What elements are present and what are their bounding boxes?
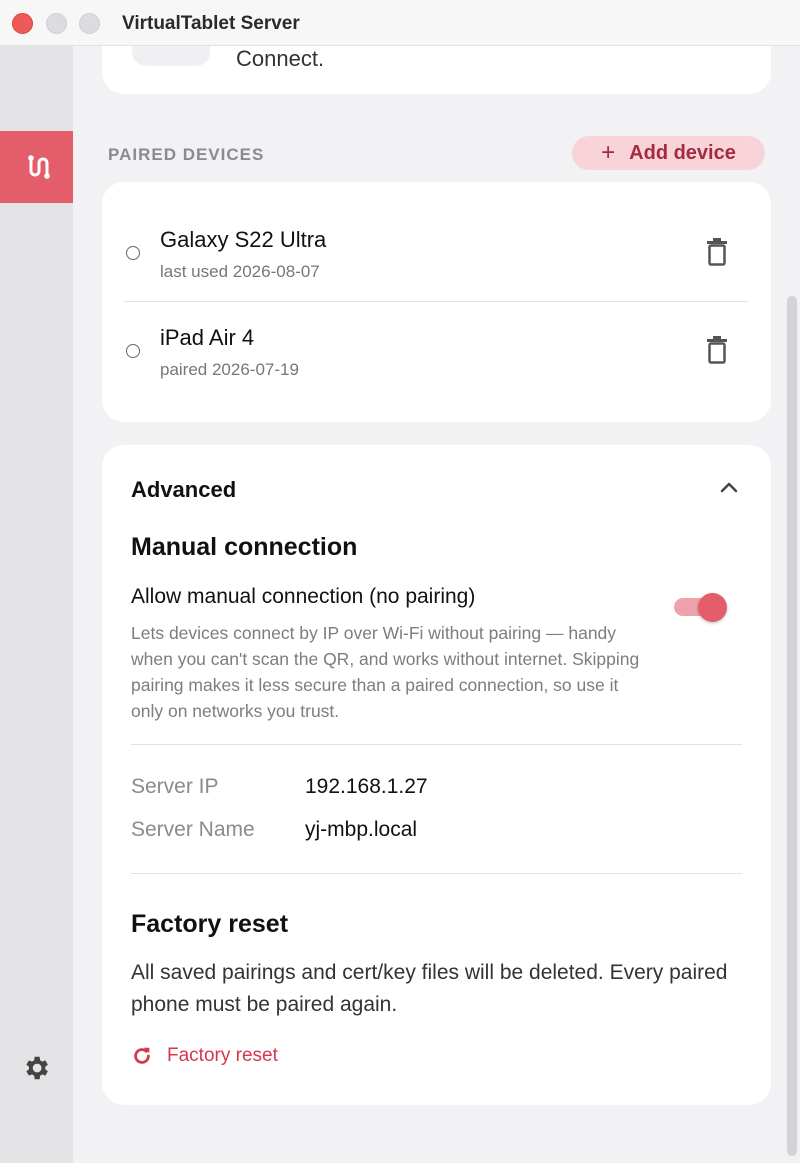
device-row[interactable]: Galaxy S22 Ultra last used 2026-08-07 [102, 204, 771, 302]
sidebar-item-settings[interactable] [18, 1050, 54, 1086]
connection-route-icon [27, 155, 50, 179]
connect-card-text: Connect. [236, 46, 325, 71]
add-device-label: Add device [629, 141, 736, 164]
server-name-value: yj-mbp.local [305, 818, 418, 841]
main-content: Connect. PAIRED DEVICES + Add device Gal… [73, 46, 800, 1163]
section-divider [131, 873, 742, 874]
sidebar [0, 46, 73, 1163]
server-ip-value: 192.168.1.27 [305, 775, 428, 798]
gear-icon [26, 1056, 48, 1080]
sidebar-item-connections[interactable] [0, 131, 73, 203]
advanced-card: Advanced Manual connection Allow manual … [102, 445, 771, 1105]
device-name: iPad Air 4 [160, 325, 255, 350]
refresh-icon [134, 1047, 150, 1064]
factory-reset-description: All saved pairings and cert/key files wi… [131, 961, 728, 1016]
title-bar: VirtualTablet Server [0, 0, 800, 46]
advanced-title[interactable]: Advanced [131, 477, 236, 503]
allow-manual-label: Allow manual connection (no pairing) [131, 585, 476, 608]
device-name: Galaxy S22 Ultra [160, 227, 327, 252]
connect-card-button-stub[interactable] [132, 46, 210, 66]
paired-devices-card: Galaxy S22 Ultra last used 2026-08-07 iP… [102, 182, 771, 422]
device-subtitle: paired 2026-07-19 [160, 360, 299, 379]
device-status-radio[interactable] [126, 344, 140, 358]
add-device-button[interactable]: + Add device [572, 136, 765, 170]
factory-reset-label: Factory reset [167, 1045, 278, 1066]
minimize-window-button[interactable] [46, 13, 67, 34]
zoom-window-button[interactable] [79, 13, 100, 34]
server-ip-label: Server IP [131, 775, 219, 798]
trash-icon[interactable] [706, 336, 728, 364]
scrollbar-thumb[interactable] [787, 296, 797, 1156]
allow-manual-description: Lets devices connect by IP over Wi-Fi wi… [131, 623, 640, 721]
manual-connection-heading: Manual connection [131, 533, 358, 561]
paired-devices-label: PAIRED DEVICES [108, 145, 265, 164]
connect-card: Connect. [102, 46, 771, 94]
trash-icon[interactable] [706, 238, 728, 266]
chevron-up-icon[interactable] [717, 477, 741, 497]
close-window-button[interactable] [12, 13, 33, 34]
device-row[interactable]: iPad Air 4 paired 2026-07-19 [102, 302, 771, 400]
window-title: VirtualTablet Server [122, 13, 300, 34]
section-divider [131, 744, 742, 745]
device-status-radio[interactable] [126, 246, 140, 260]
factory-reset-heading: Factory reset [131, 910, 289, 938]
allow-manual-toggle[interactable] [674, 593, 727, 622]
toggle-knob [698, 593, 727, 622]
scrollbar[interactable] [785, 46, 800, 1163]
factory-reset-button[interactable]: Factory reset [131, 1040, 278, 1072]
plus-icon: + [601, 139, 616, 166]
device-subtitle: last used 2026-08-07 [160, 262, 320, 281]
server-name-label: Server Name [131, 818, 255, 841]
app-window: VirtualTablet Server Connect. PAIRED DEV… [0, 0, 800, 1163]
